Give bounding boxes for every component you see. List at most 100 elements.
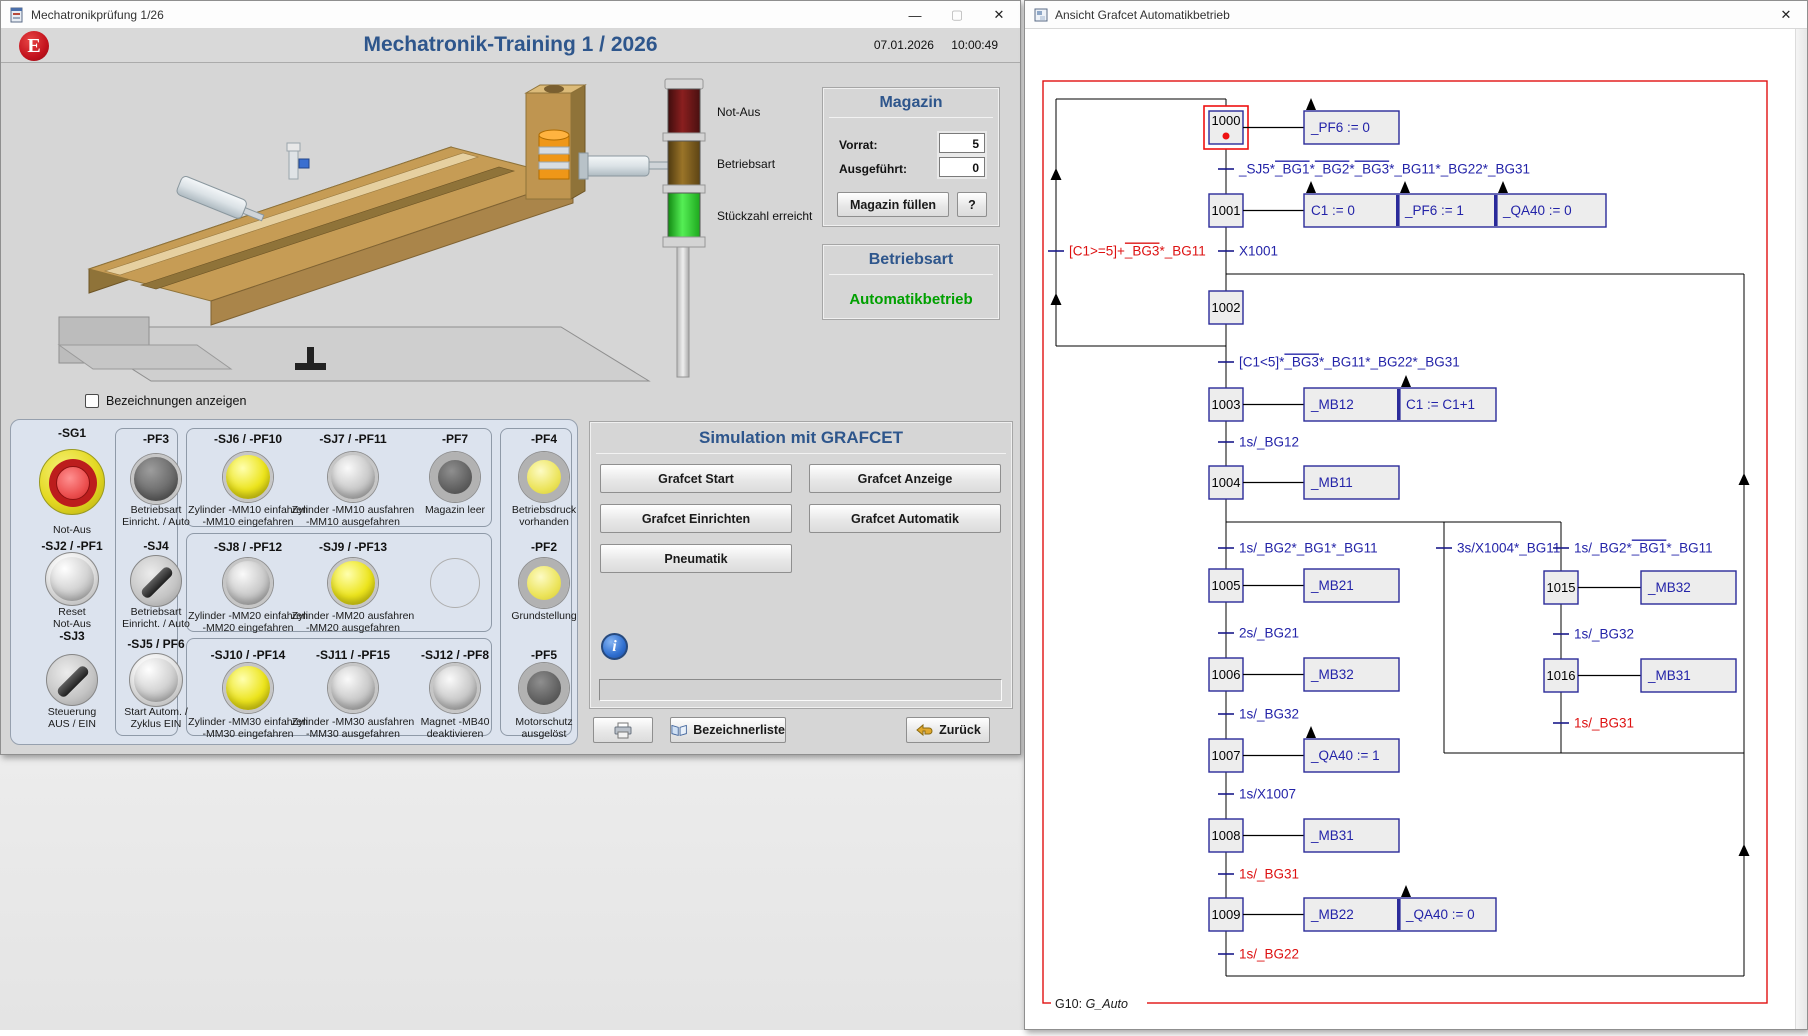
simulation-title: Simulation mit GRAFCET <box>590 422 1012 448</box>
betriebsart-title: Betriebsart <box>823 245 999 269</box>
minimize-button[interactable]: — <box>894 1 936 29</box>
lamp-sj10-pf14-id: -SJ10 / -PF14 <box>188 648 308 662</box>
pneumatik-button[interactable]: Pneumatik <box>600 544 792 573</box>
status-strip <box>599 679 1002 701</box>
lamp-sj9-pf13[interactable] <box>328 558 378 608</box>
show-labels-row: Bezeichnungen anzeigen <box>85 394 246 408</box>
lamp-sj8-pf12[interactable] <box>223 558 273 608</box>
tower-label-notaus: Not-Aus <box>717 105 760 119</box>
grafcet-anzeige-button[interactable]: Grafcet Anzeige <box>809 464 1001 493</box>
svg-text:_MB11: _MB11 <box>1310 475 1353 490</box>
svg-text:1004: 1004 <box>1212 475 1241 490</box>
svg-text:1015: 1015 <box>1547 580 1576 595</box>
svg-text:1s/_BG12: 1s/_BG12 <box>1239 435 1299 450</box>
betriebsart-mode: Automatikbetrieb <box>823 291 999 308</box>
tower-label-stueckzahl: Stückzahl erreicht <box>717 209 812 223</box>
svg-text:3s/X1004*_BG11: 3s/X1004*_BG11 <box>1457 541 1560 556</box>
lamp-sj11-pf15[interactable] <box>328 663 378 713</box>
header-band: E Mechatronik-Training 1 / 2026 07.01.20… <box>1 29 1020 63</box>
app-icon <box>9 7 25 23</box>
maximize-button[interactable]: ▢ <box>936 1 978 29</box>
lamp-pf4-id: -PF4 <box>484 432 604 446</box>
pusher-cylinder <box>579 153 673 179</box>
back-arrow-icon <box>915 723 933 737</box>
rotary-sj3[interactable] <box>46 654 98 706</box>
grafcet-start-button[interactable]: Grafcet Start <box>600 464 792 493</box>
lamp-pf5-id: -PF5 <box>484 648 604 662</box>
grafcet-automatik-button[interactable]: Grafcet Automatik <box>809 504 1001 533</box>
magazin-title: Magazin <box>823 88 999 112</box>
svg-text:X1001: X1001 <box>1239 244 1278 259</box>
zurueck-button[interactable]: Zurück <box>906 717 990 743</box>
lamp-pf3 <box>131 454 181 504</box>
desktop: Mechatronikprüfung 1/26 — ▢ ✕ E Mechatro… <box>0 0 1808 1030</box>
grafcet-app-icon <box>1033 7 1049 23</box>
svg-text:1000: 1000 <box>1212 113 1241 128</box>
svg-text:1s/X1007: 1s/X1007 <box>1239 787 1296 802</box>
vorrat-value[interactable]: 5 <box>939 133 985 153</box>
lamp-sj7-pf11-label-1: -MM10 ausgefahren <box>280 516 426 528</box>
button-sj2-pf1[interactable] <box>45 552 99 606</box>
client-area-grafcet: _SJ5*_BG1*_BG2*_BG3*_BG11*_BG22*_BG31 X10… <box>1025 29 1807 1029</box>
svg-text:1s/_BG2*_BG1*_BG11: 1s/_BG2*_BG1*_BG11 <box>1574 541 1713 556</box>
svg-text:_QA40 := 0: _QA40 := 0 <box>1405 907 1475 922</box>
svg-text:2s/_BG21: 2s/_BG21 <box>1239 626 1299 641</box>
svg-text:1s/_BG32: 1s/_BG32 <box>1239 707 1299 722</box>
sensor <box>287 143 309 179</box>
svg-text:1005: 1005 <box>1212 578 1241 593</box>
lamp-sj7-pf11[interactable] <box>328 452 378 502</box>
info-icon[interactable]: i <box>601 633 628 660</box>
svg-text:[C1<5]*_BG3*_BG11*_BG22*_BG31: [C1<5]*_BG3*_BG11*_BG22*_BG31 <box>1239 355 1460 370</box>
svg-text:1s/_BG31: 1s/_BG31 <box>1574 716 1634 731</box>
rotary-handle <box>140 565 175 600</box>
svg-text:1s/_BG22: 1s/_BG22 <box>1239 947 1299 962</box>
lamp-sj12-pf8[interactable] <box>430 663 480 713</box>
svg-text:1s/_BG31: 1s/_BG31 <box>1239 867 1299 882</box>
rotary-sj4[interactable] <box>130 555 182 607</box>
lamp-sj6-pf10[interactable] <box>223 452 273 502</box>
lamp-pf2-id: -PF2 <box>484 540 604 554</box>
magazin-fuellen-button[interactable]: Magazin füllen <box>837 192 949 217</box>
grafcet-close-button[interactable]: ✕ <box>1765 1 1807 29</box>
lamp-placeholder <box>430 558 480 608</box>
workpiece-stack <box>539 130 569 179</box>
lamp-sj9-pf13-label-0: Zylinder -MM20 ausfahren <box>280 610 426 622</box>
svg-text:_SJ5*_BG1*_BG2*_BG3*_BG11*_BG2: _SJ5*_BG1*_BG2*_BG3*_BG11*_BG22*_BG31 <box>1238 162 1530 177</box>
time-text: 10:00:49 <box>951 38 998 52</box>
date-text: 07.01.2026 <box>874 38 934 52</box>
print-button[interactable] <box>593 717 653 743</box>
close-button[interactable]: ✕ <box>978 1 1020 29</box>
svg-text:[C1>=5]+_BG3*_BG11: [C1>=5]+_BG3*_BG11 <box>1069 244 1206 259</box>
scrollbar[interactable] <box>1795 29 1807 1029</box>
printer-icon <box>613 722 633 739</box>
lamp-sj6-pf10-id: -SJ6 / -PF10 <box>188 432 308 446</box>
client-area-left: E Mechatronik-Training 1 / 2026 07.01.20… <box>1 29 1020 754</box>
lamp-sj9-pf13-id: -SJ9 / -PF13 <box>293 540 413 554</box>
lamp-sj9-pf13-label-1: -MM20 ausgefahren <box>280 622 426 634</box>
bezeichnerliste-button[interactable]: Bezeichnerliste <box>670 717 786 743</box>
vorrat-label: Vorrat: <box>839 138 877 152</box>
grafcet-einrichten-button[interactable]: Grafcet Einrichten <box>600 504 792 533</box>
svg-text:1002: 1002 <box>1212 300 1241 315</box>
button-sj5-pf6[interactable] <box>129 653 183 707</box>
svg-text:1009: 1009 <box>1212 907 1241 922</box>
svg-text:_MB32: _MB32 <box>1647 580 1691 595</box>
grafcet-diagram: _SJ5*_BG1*_BG2*_BG3*_BG11*_BG22*_BG31 X10… <box>1025 29 1808 1031</box>
lamp-pf5 <box>519 663 569 713</box>
lamp-pf2 <box>519 558 569 608</box>
magazin-help-button[interactable]: ? <box>957 192 987 217</box>
tower-label-betriebsart: Betriebsart <box>717 157 775 171</box>
magazin-group: Magazin Vorrat: 5 Ausgeführt: 0 Magazin … <box>822 87 1000 227</box>
ausgefuehrt-value[interactable]: 0 <box>939 157 985 177</box>
svg-text:1007: 1007 <box>1212 748 1241 763</box>
svg-text:_MB21: _MB21 <box>1310 578 1354 593</box>
lamp-sj10-pf14[interactable] <box>223 663 273 713</box>
show-labels-checkbox[interactable] <box>85 394 99 408</box>
svg-text:_MB31: _MB31 <box>1647 668 1691 683</box>
datetime: 07.01.2026 10:00:49 <box>860 38 998 52</box>
svg-text:1001: 1001 <box>1212 203 1241 218</box>
ausgefuehrt-label: Ausgeführt: <box>839 162 907 176</box>
svg-text:1006: 1006 <box>1212 667 1241 682</box>
lamp-pf4 <box>519 452 569 502</box>
bezeichnerliste-label: Bezeichnerliste <box>693 723 785 737</box>
